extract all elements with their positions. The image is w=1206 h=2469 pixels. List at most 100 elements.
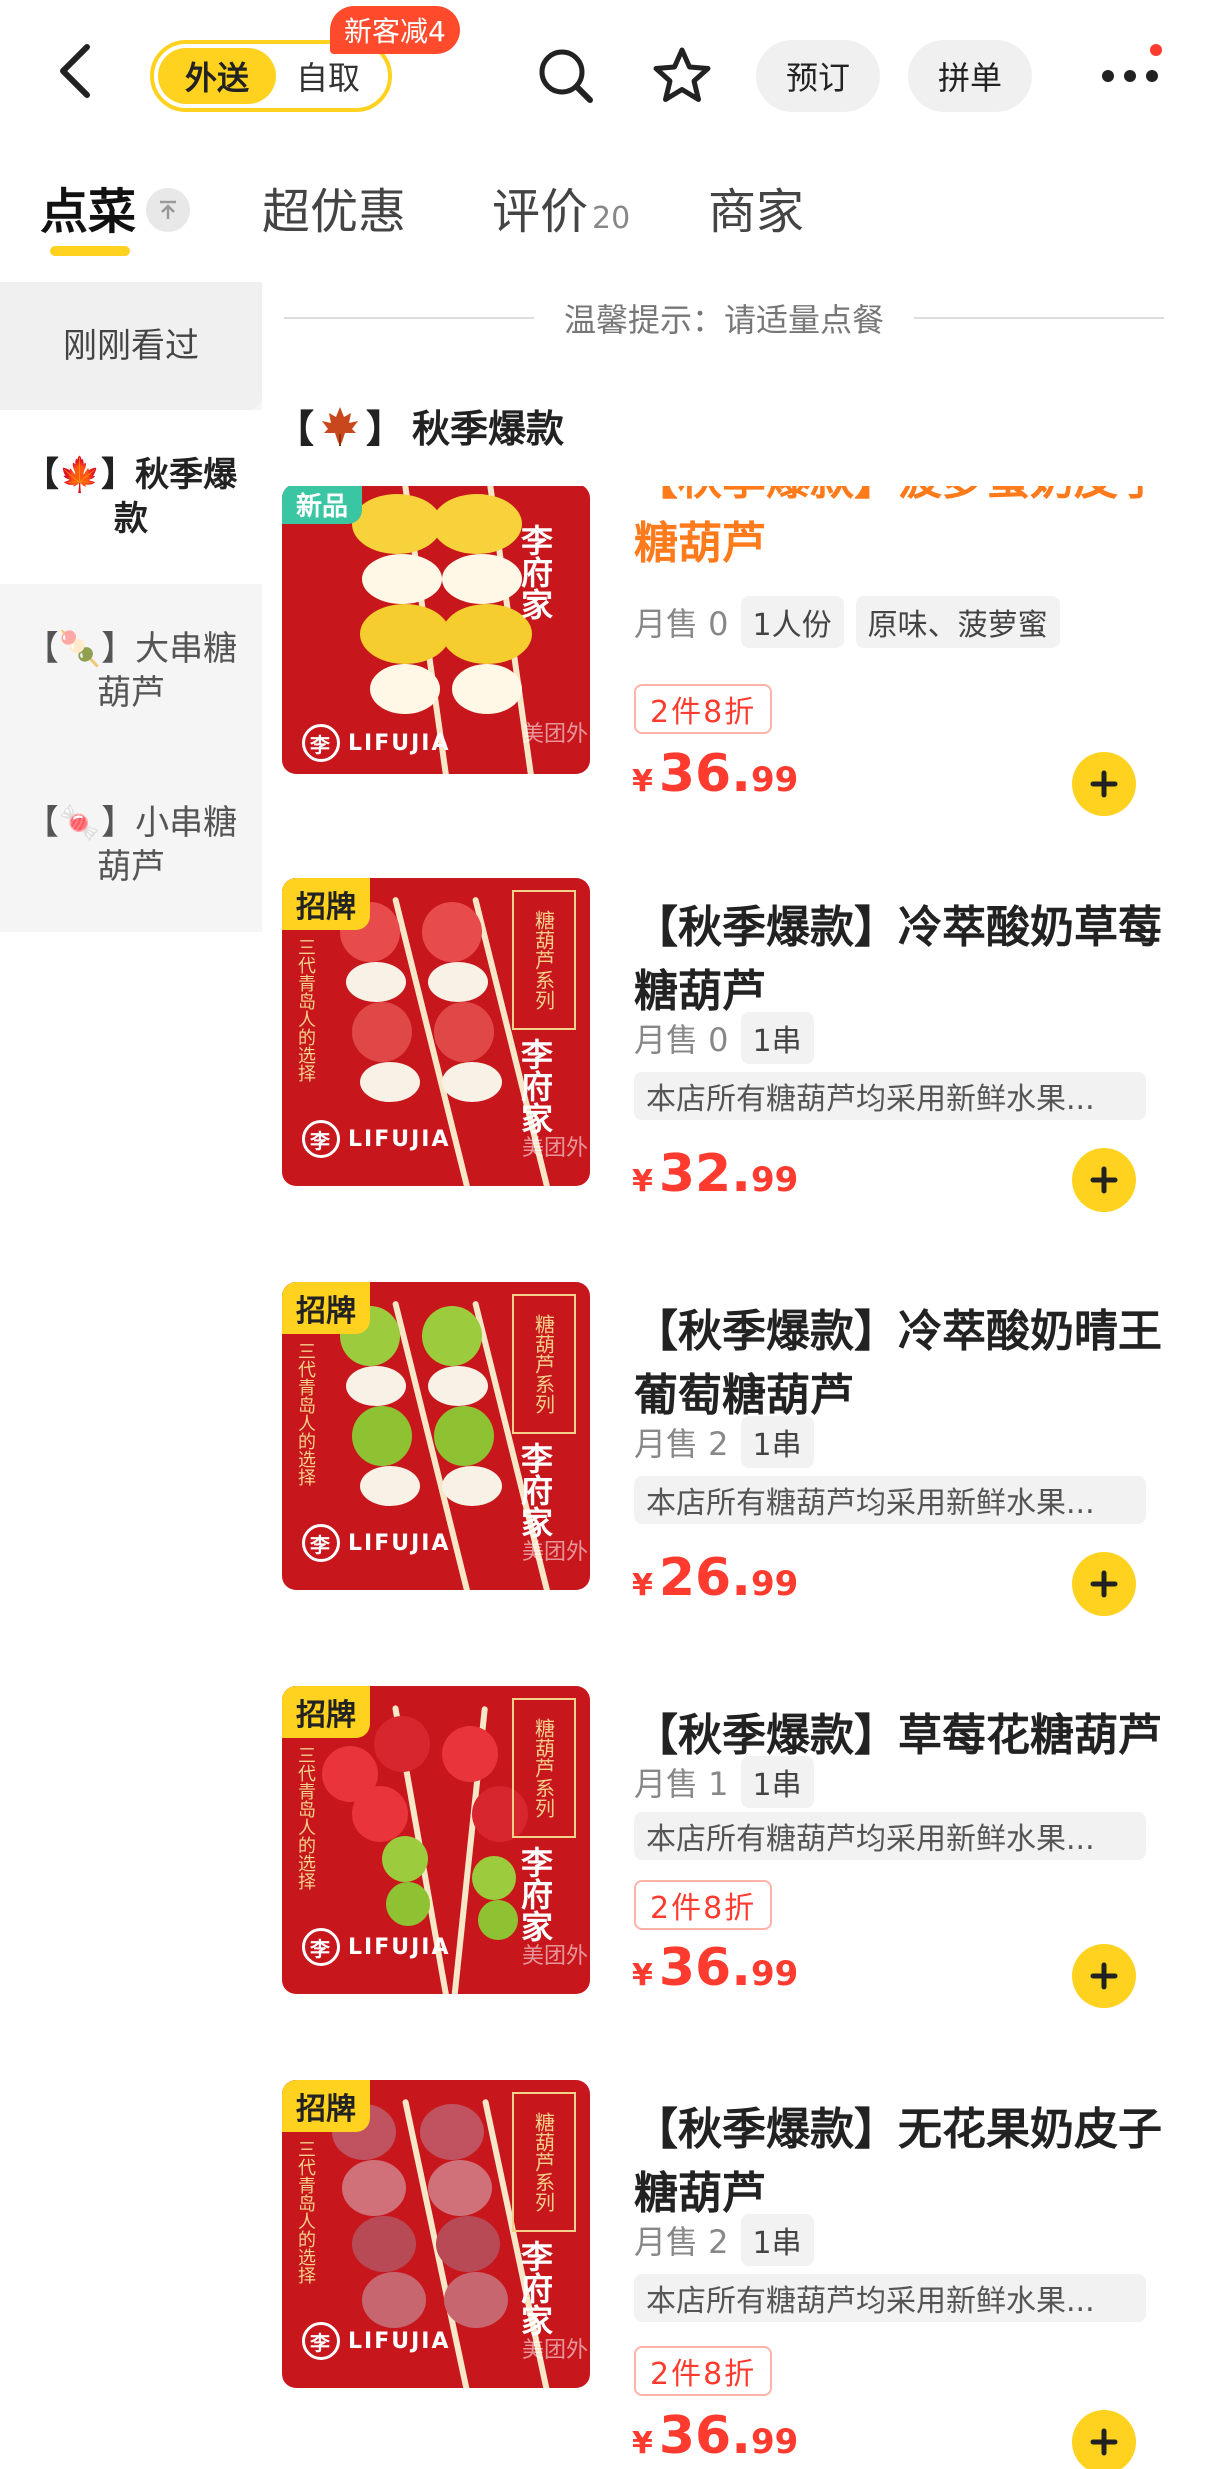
series-label: 糖葫芦系列 xyxy=(512,1294,576,1434)
brand-name: 李府家 xyxy=(516,524,554,620)
signature-badge: 招牌 xyxy=(282,878,370,930)
section-title-text: 秋季爆款 xyxy=(412,407,565,451)
monthly-sales: 月售 0 xyxy=(634,605,729,643)
bracket-close: 】 xyxy=(366,407,405,451)
sidebar-item-big-tanghulu[interactable]: 【🍡】大串糖葫芦 xyxy=(0,584,262,758)
series-label: 糖葫芦系列 xyxy=(512,890,576,1030)
star-icon xyxy=(653,47,711,102)
plus-icon xyxy=(1090,2428,1118,2456)
product-meta: 月售 0 1人份 原味、菠萝蜜 xyxy=(634,596,1060,648)
category-sidebar: 刚刚看过 【🍁】秋季爆款 【🍡】大串糖葫芦 【🍬】小串糖葫芦 xyxy=(0,282,262,2469)
monthly-sales: 月售 0 xyxy=(634,1021,729,1059)
product-card[interactable]: 糖葫芦系列 李府家 三代青岛人的选择 李 LIFUJIA 美团外 招牌 【秋季爆款… xyxy=(282,878,1182,1212)
search-button[interactable] xyxy=(528,38,604,114)
watermark: 美团外 xyxy=(522,722,589,747)
section-header: 【 】 秋季爆款 xyxy=(276,398,564,453)
product-meta: 月售 2 1串 xyxy=(634,1416,814,1468)
brand-name: 李府家 xyxy=(516,2240,554,2336)
plus-icon xyxy=(1090,770,1118,798)
product-meta: 月售 2 1串 xyxy=(634,2214,814,2266)
add-to-cart-button[interactable] xyxy=(1072,1148,1136,1212)
sidebar-item-small-tanghulu[interactable]: 【🍬】小串糖葫芦 xyxy=(0,758,262,932)
spec-chip: 1串 xyxy=(740,1756,814,1808)
product-price: ¥26. 99 xyxy=(632,1548,799,1608)
plus-icon xyxy=(1090,1570,1118,1598)
tab-merchant[interactable]: 商家 xyxy=(708,172,804,242)
signature-badge: 招牌 xyxy=(282,1686,370,1738)
sidebar-item-autumn-hits[interactable]: 【🍁】秋季爆款 xyxy=(0,410,262,584)
monthly-sales: 月售 2 xyxy=(634,2223,729,2261)
add-to-cart-button[interactable] xyxy=(1072,2410,1136,2469)
product-description: 本店所有糖葫芦均采用新鲜水果... xyxy=(634,2274,1146,2322)
product-description: 本店所有糖葫芦均采用新鲜水果... xyxy=(634,1476,1146,1524)
tab-reviews-label: 评价 xyxy=(492,184,589,240)
product-name: 【秋季爆款】菠萝蜜奶皮子糖葫芦 xyxy=(634,486,1162,569)
monthly-sales: 月售 2 xyxy=(634,1425,729,1463)
product-image: 李府家 李 LIFUJIA 美团外 新品 xyxy=(282,486,590,774)
reserve-button[interactable]: 预订 xyxy=(756,40,880,112)
monthly-sales: 月售 1 xyxy=(634,1765,729,1803)
top-bar: 外送 自取 新客减4 预订 拼单 xyxy=(0,0,1206,150)
tab-order[interactable]: 点菜 xyxy=(40,172,136,242)
spec-chip: 1串 xyxy=(740,1012,814,1064)
product-name: 【秋季爆款】冷萃酸奶草莓糖葫芦 xyxy=(634,902,1162,1017)
product-card[interactable]: 李府家 李LIFUJIA 美团外 新品 【秋季爆款】菠萝蜜奶皮子糖葫芦 月售 0… xyxy=(282,486,1182,826)
mode-pickup-option[interactable]: 自取 xyxy=(276,48,380,104)
new-badge: 新品 xyxy=(282,486,363,524)
product-description: 本店所有糖葫芦均采用新鲜水果... xyxy=(634,1812,1146,1860)
tab-deals[interactable]: 超优惠 xyxy=(262,172,406,242)
product-description: 本店所有糖葫芦均采用新鲜水果... xyxy=(634,1072,1146,1120)
tab-deals-label: 超优惠 xyxy=(262,184,407,240)
product-image: 糖葫芦系列 李府家 三代青岛人的选择 李 LIFUJIA 美团外 招牌 xyxy=(282,878,590,1186)
product-image: 糖葫芦系列 李府家 三代青岛人的选择 李 LIFUJIA 美团外 招牌 xyxy=(282,1282,590,1590)
divider xyxy=(284,317,534,319)
product-meta: 月售 0 1串 xyxy=(634,1012,814,1064)
discount-tag: 2件8折 xyxy=(634,684,773,734)
plus-icon xyxy=(1090,1962,1118,1990)
notification-dot xyxy=(1150,44,1162,56)
store-tabs: 点菜 超优惠 评价 20 商家 xyxy=(0,160,1206,270)
new-customer-promo-badge: 新客减4 xyxy=(330,6,460,54)
favorite-button[interactable] xyxy=(644,38,720,114)
brand-logo: 李 LIFUJIA xyxy=(302,2322,451,2360)
brand-name: 李府家 xyxy=(516,1038,554,1134)
sidebar-item-recent[interactable]: 刚刚看过 xyxy=(0,282,262,410)
watermark: 美团外 xyxy=(522,1944,589,1969)
add-to-cart-button[interactable] xyxy=(1072,752,1136,816)
brand-logo: 李 LIFUJIA xyxy=(302,1928,451,1966)
signature-badge: 招牌 xyxy=(282,2080,370,2132)
brand-name: 李府家 xyxy=(516,1442,554,1538)
add-to-cart-button[interactable] xyxy=(1072,1552,1136,1616)
review-count: 20 xyxy=(592,201,631,236)
watermark: 美团外 xyxy=(522,1540,589,1565)
tab-reviews[interactable]: 评价 20 xyxy=(492,172,630,242)
brand-logo: 李 LIFUJIA xyxy=(302,724,451,762)
plus-icon xyxy=(1090,1166,1118,1194)
brand-slogan: 三代青岛人的选择 xyxy=(295,1746,316,1890)
more-button[interactable] xyxy=(1090,40,1170,112)
bracket-open: 【 xyxy=(276,407,315,451)
brand-slogan: 三代青岛人的选择 xyxy=(295,1342,316,1486)
pin-top-button[interactable] xyxy=(146,188,190,232)
series-label: 糖葫芦系列 xyxy=(512,1698,576,1838)
pin-top-icon xyxy=(160,200,176,219)
group-order-button[interactable]: 拼单 xyxy=(908,40,1032,112)
brand-logo: 李 LIFUJIA xyxy=(302,1120,451,1158)
watermark: 美团外 xyxy=(522,2338,589,2363)
mode-delivery-option[interactable]: 外送 xyxy=(158,48,276,104)
back-button[interactable] xyxy=(40,36,110,106)
active-tab-indicator xyxy=(50,246,130,256)
add-to-cart-button[interactable] xyxy=(1072,1944,1136,2008)
product-image: 糖葫芦系列 李府家 三代青岛人的选择 李 LIFUJIA 美团外 招牌 xyxy=(282,2080,590,2388)
ordering-tip-text: 温馨提示：请适量点餐 xyxy=(564,301,885,339)
spec-chip: 原味、菠萝蜜 xyxy=(855,596,1060,648)
sidebar-empty-area xyxy=(0,932,262,2469)
product-price: ¥36. 99 xyxy=(632,1938,799,1998)
product-card[interactable]: 糖葫芦系列 李府家 三代青岛人的选择 李 LIFUJIA 美团外 招牌 【秋季爆款… xyxy=(282,1686,1182,2016)
signature-badge: 招牌 xyxy=(282,1282,370,1334)
search-icon xyxy=(539,49,593,103)
product-card[interactable]: 糖葫芦系列 李府家 三代青岛人的选择 李 LIFUJIA 美团外 招牌 【秋季爆款… xyxy=(282,1282,1182,1616)
tab-merchant-label: 商家 xyxy=(708,184,805,240)
spec-chip: 1人份 xyxy=(740,596,844,648)
product-card[interactable]: 糖葫芦系列 李府家 三代青岛人的选择 李 LIFUJIA 美团外 招牌 【秋季爆款… xyxy=(282,2080,1182,2469)
